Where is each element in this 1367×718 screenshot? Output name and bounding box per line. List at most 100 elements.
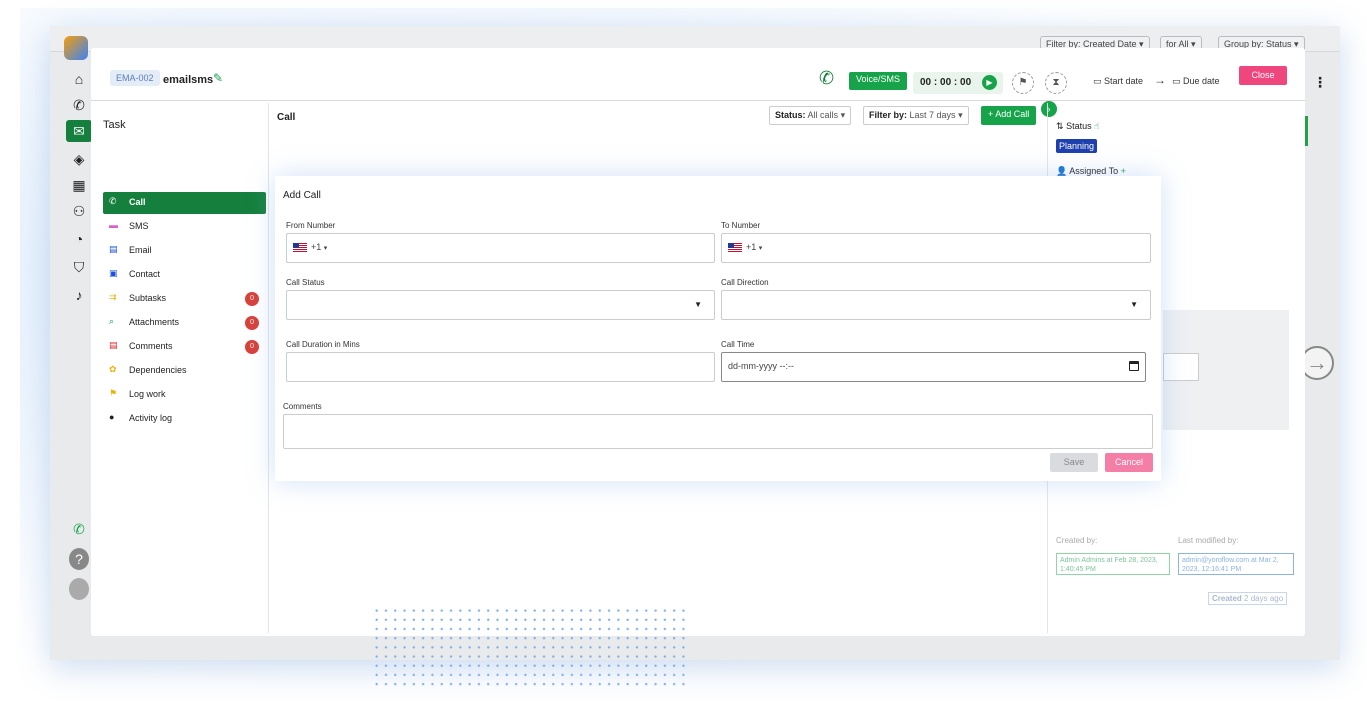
right-panel-input[interactable] (1163, 353, 1199, 381)
call-duration-input[interactable] (286, 352, 715, 382)
nav-label: Subtasks (129, 293, 167, 303)
created-by-label: Created by: (1056, 536, 1098, 545)
phone-green-icon[interactable]: ✆ (68, 518, 90, 540)
edit-pencil-icon[interactable]: ✎ (213, 71, 223, 85)
comment-icon: ▤ (109, 340, 118, 350)
nav-item-activity-log[interactable]: ● Activity log (103, 408, 266, 430)
us-flag-icon[interactable] (728, 243, 742, 253)
nav-label: Log work (129, 389, 166, 399)
nav-item-log-work[interactable]: ⚑ Log work (103, 384, 266, 406)
date-filter-value: Last 7 days (909, 110, 956, 120)
start-date-field[interactable]: ▭ Start date (1093, 76, 1143, 87)
nav-label: SMS (129, 221, 149, 231)
voice-sms-button[interactable]: Voice/SMS (849, 72, 908, 90)
modified-by-value: admin@yoroflow.com at Mar 2, 2023, 12:16… (1178, 553, 1294, 575)
home-icon[interactable]: ⌂ (68, 68, 90, 90)
nav-label: Dependencies (129, 365, 187, 375)
call-timer: 00 : 00 : 00 ▶ (913, 72, 1003, 94)
call-heading: Call (277, 112, 296, 123)
close-button[interactable]: Close (1239, 66, 1287, 85)
more-menu-icon[interactable]: ⋮ (1313, 74, 1327, 91)
add-user-icon[interactable]: + (1121, 166, 1126, 176)
call-time-input[interactable]: dd-mm-yyyy --:-- (721, 352, 1146, 382)
sort-icon: ⇅ (1056, 121, 1064, 131)
phone-list-icon[interactable]: ✆ (68, 94, 90, 116)
nav-item-attachments[interactable]: ⌕ Attachments 0 (103, 312, 266, 334)
nav-item-dependencies[interactable]: ✿ Dependencies (103, 360, 266, 382)
avatar-icon[interactable] (69, 578, 89, 600)
comments-label: Comments (283, 402, 322, 411)
team-icon[interactable]: ⚇ (68, 200, 90, 222)
assigned-label: Assigned To (1069, 166, 1119, 176)
nav-item-call[interactable]: ✆ Call (103, 192, 266, 214)
nav-item-email[interactable]: ▤ Email (103, 240, 266, 262)
nav-label: Email (129, 245, 152, 255)
arrow-right-icon[interactable]: → (1300, 346, 1334, 380)
from-country-code[interactable]: +1 (311, 242, 321, 252)
bell-icon[interactable]: ♪ (68, 284, 90, 306)
decorative-dot-grid (372, 606, 688, 688)
ticket-id-badge: EMA-002 (110, 70, 160, 86)
flag-priority-icon[interactable]: ⚑ (1012, 72, 1034, 94)
date-filter-label: Filter by: (869, 110, 908, 120)
cancel-button[interactable]: Cancel (1105, 453, 1153, 472)
phone-call-icon[interactable]: ✆ (819, 68, 834, 89)
nav-item-subtasks[interactable]: ⇉ Subtasks 0 (103, 288, 266, 310)
call-status-select[interactable]: ▼ (286, 290, 715, 320)
save-button[interactable]: Save (1050, 453, 1098, 472)
modified-by-label: Last modified by: (1178, 536, 1239, 545)
background-sidebar: ⌂ ✆ ✉ ◈ ▦ ⚇ ◔ ⛉ ♪ ✆ ? (60, 56, 92, 660)
chevron-down-icon: ▾ (958, 110, 963, 120)
subtasks-icon: ⇉ (109, 292, 117, 302)
nav-item-comments[interactable]: ▤ Comments 0 (103, 336, 266, 358)
shield-icon[interactable]: ⛉ (68, 256, 90, 278)
created-ago-prefix: Created (1212, 594, 1242, 603)
megaphone-icon[interactable]: ✉ (66, 120, 92, 142)
to-country-code[interactable]: +1 (746, 242, 756, 252)
nav-item-sms[interactable]: ▬ SMS (103, 216, 266, 238)
contact-icon: ▣ (109, 268, 118, 278)
call-duration-label: Call Duration in Mins (286, 340, 360, 349)
timer-value: 00 : 00 : 00 (920, 77, 972, 88)
shield-check-icon[interactable]: ◔ (68, 228, 90, 250)
nav-item-contact[interactable]: ▣ Contact (103, 264, 266, 286)
created-ago-badge: Created 2 days ago (1208, 592, 1288, 605)
comments-count-badge: 0 (245, 340, 259, 354)
status-badge[interactable]: Planning (1056, 139, 1098, 153)
help-icon[interactable]: ? (69, 548, 89, 570)
add-call-button[interactable]: + Add Call (981, 106, 1037, 125)
subtasks-count-badge: 0 (245, 292, 259, 306)
hand-pointer-icon[interactable]: ☝ (1094, 121, 1099, 131)
chevron-down-icon: ▾ (840, 110, 846, 120)
comments-textarea[interactable] (283, 414, 1153, 449)
to-number-input[interactable]: +1 ▾ (721, 233, 1151, 263)
tag-icon[interactable]: ◈ (68, 148, 90, 170)
status-filter-value: All calls (807, 110, 839, 120)
modal-header: EMA-002 emailsms ✎ ✆ Voice/SMS 00 : 00 :… (91, 48, 1305, 101)
status-field: ⇅ Status ☝ (1056, 121, 1100, 132)
grid-icon[interactable]: ▦ (68, 174, 90, 196)
due-date-field[interactable]: ▭ Due date (1172, 76, 1220, 87)
user-icon: 👤 (1056, 166, 1068, 176)
us-flag-icon[interactable] (293, 243, 307, 253)
ticket-title: emailsms (163, 74, 214, 86)
from-number-input[interactable]: +1 ▾ (286, 233, 715, 263)
date-filter-dropdown[interactable]: Filter by: Last 7 days ▾ (863, 106, 969, 125)
status-filter-label: Status: (775, 110, 806, 120)
created-by-value: Admin Admins at Feb 28, 2023, 1:40:45 PM (1056, 553, 1170, 575)
add-call-heading: Add Call (283, 190, 321, 201)
call-time-label: Call Time (721, 340, 755, 349)
nav-label: Comments (129, 341, 173, 351)
nav-label: Attachments (129, 317, 180, 327)
play-icon[interactable]: ▶ (982, 75, 997, 90)
status-filter-dropdown[interactable]: Status: All calls ▾ (769, 106, 852, 125)
chevron-down-icon: ▾ (758, 245, 763, 252)
call-status-label: Call Status (286, 278, 325, 287)
phone-icon: ✆ (109, 196, 117, 206)
task-nav: Task ✆ Call ▬ SMS ▤ Email ▣ Contact ⇉ Su… (91, 103, 269, 633)
call-direction-select[interactable]: ▼ (721, 290, 1151, 320)
hourglass-icon[interactable]: ⧗ (1045, 72, 1067, 94)
calendar-icon[interactable] (1129, 361, 1139, 371)
from-number-label: From Number (286, 221, 336, 230)
date-range-arrow-icon: → (1154, 73, 1166, 87)
